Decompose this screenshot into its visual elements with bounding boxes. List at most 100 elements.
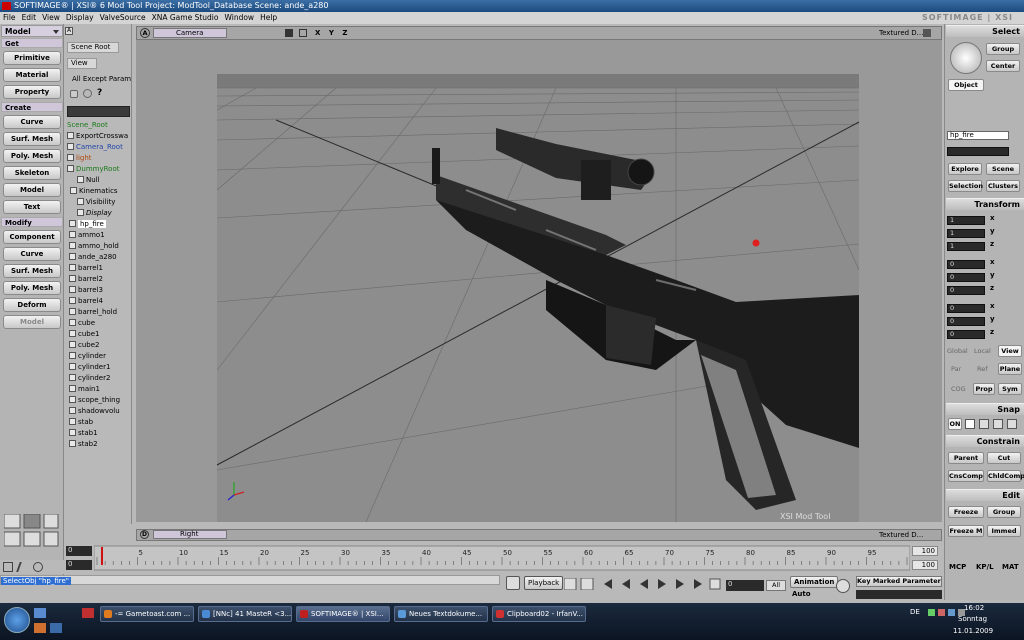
mode-selector[interactable]: Model <box>1 25 63 37</box>
snap-curve-icon[interactable] <box>979 419 989 429</box>
playback-menu[interactable]: Playback <box>524 576 564 590</box>
rotate-z-field[interactable]: 0 <box>947 286 985 295</box>
freeze-m-button[interactable]: Freeze M <box>948 525 984 537</box>
translate-z-label[interactable]: z <box>990 328 994 336</box>
help-icon[interactable]: ? <box>97 88 102 98</box>
explorer-search-input[interactable] <box>67 106 130 117</box>
task-irfanview[interactable]: Clipboard02 - IrfanV... <box>492 606 586 622</box>
primitive-button[interactable]: Primitive <box>3 51 61 65</box>
scale-y-field[interactable]: 1 <box>947 229 985 238</box>
explore-button[interactable]: Explore <box>948 163 982 175</box>
tree-item[interactable]: cube2 <box>65 340 131 351</box>
camera-selector-d[interactable]: Right <box>153 530 227 539</box>
property-button[interactable]: Property <box>3 85 61 99</box>
tree-item[interactable]: barrel_hold <box>65 307 131 318</box>
tab-mat[interactable]: MAT <box>1002 560 1019 574</box>
tree-item[interactable]: Display <box>65 208 131 219</box>
timeline-end-field[interactable]: 100 <box>912 546 938 556</box>
immed-button[interactable]: Immed <box>987 525 1021 537</box>
zoom-icon[interactable] <box>299 29 307 37</box>
viewport-camera[interactable]: XSI Mod Tool <box>136 40 942 522</box>
tree-item[interactable]: stab2 <box>65 439 131 450</box>
clock-day[interactable]: Sonntag <box>958 615 987 623</box>
snap-options-icon[interactable] <box>1007 419 1017 429</box>
create-poly-mesh-button[interactable]: Poly. Mesh <box>3 149 61 163</box>
select-arrow-icon[interactable] <box>950 42 982 74</box>
translate-y-label[interactable]: y <box>990 315 995 323</box>
task-nnc[interactable]: [NNc] 41 MasteR <3... <box>198 606 292 622</box>
filter-label[interactable]: All Except Params <box>72 75 131 83</box>
axis-toggles[interactable]: X Y Z <box>315 27 350 39</box>
rotate-x-label[interactable]: x <box>990 258 995 266</box>
brush-icon[interactable] <box>16 562 30 572</box>
edit-group-button[interactable]: Group <box>987 506 1021 518</box>
create-text-button[interactable]: Text <box>3 200 61 214</box>
modify-poly-mesh-button[interactable]: Poly. Mesh <box>3 281 61 295</box>
timeline-current-field[interactable]: 100 <box>912 560 938 570</box>
ref-mode[interactable]: Ref <box>977 365 988 373</box>
lock-icon[interactable] <box>70 90 78 98</box>
translate-x-field[interactable]: 0 <box>947 304 985 313</box>
tree-item[interactable]: ammo_hold <box>65 241 131 252</box>
tree-item[interactable]: cube1 <box>65 329 131 340</box>
camera-icon[interactable] <box>285 29 293 37</box>
create-skeleton-button[interactable]: Skeleton <box>3 166 61 180</box>
object-button[interactable]: Object <box>948 79 984 91</box>
quicklaunch-ie-icon[interactable] <box>50 623 62 633</box>
script-line[interactable] <box>0 585 500 603</box>
tree-item[interactable]: Visibility <box>65 197 131 208</box>
rotate-y-field[interactable]: 0 <box>947 273 985 282</box>
modify-surf-mesh-button[interactable]: Surf. Mesh <box>3 264 61 278</box>
tray-app-icon[interactable] <box>948 609 955 616</box>
modify-model-button[interactable]: Model <box>3 315 61 329</box>
tree-item[interactable]: Scene_Root <box>65 120 131 131</box>
scale-z-label[interactable]: z <box>990 240 994 248</box>
tree-item[interactable]: DummyRoot <box>65 164 131 175</box>
transport-controls[interactable] <box>564 578 724 590</box>
tree-item[interactable]: barrel2 <box>65 274 131 285</box>
scale-x-field[interactable]: 1 <box>947 216 985 225</box>
tree-item[interactable]: cylinder <box>65 351 131 362</box>
snap-grid-icon[interactable] <box>993 419 1003 429</box>
snap-point-icon[interactable] <box>965 419 975 429</box>
modify-curve-button[interactable]: Curve <box>3 247 61 261</box>
camera-selector[interactable]: Camera <box>153 28 227 38</box>
menu-xna[interactable]: XNA Game Studio <box>149 13 222 22</box>
tree-item[interactable]: barrel4 <box>65 296 131 307</box>
menu-window[interactable]: Window <box>221 13 257 22</box>
animation-menu[interactable]: Animation <box>790 576 839 588</box>
clock-date[interactable]: 11.01.2009 <box>953 627 993 635</box>
task-softimage[interactable]: SOFTIMAGE® | XSI... <box>296 606 390 622</box>
snap-on-toggle[interactable]: ON <box>948 418 962 430</box>
filter-field[interactable] <box>947 147 1009 156</box>
key-marked-button[interactable]: Key Marked Parameters <box>856 576 942 587</box>
local-mode[interactable]: Local <box>974 347 991 355</box>
quicklaunch-desktop-icon[interactable] <box>34 608 46 618</box>
prop-toggle[interactable]: Prop <box>973 383 995 395</box>
key-icon[interactable] <box>836 579 850 593</box>
view-button[interactable]: View <box>67 58 97 69</box>
selection-button[interactable]: Selection <box>948 180 983 192</box>
par-mode[interactable]: Par <box>951 365 961 373</box>
selection-name-field[interactable]: hp_fire <box>947 131 1009 140</box>
translate-x-label[interactable]: x <box>990 302 995 310</box>
keyframe-icon[interactable] <box>506 576 520 590</box>
center-button[interactable]: Center <box>986 60 1020 72</box>
tree-item[interactable]: stab1 <box>65 428 131 439</box>
task-notepad[interactable]: Neues Textdokume... <box>394 606 488 622</box>
tree-item[interactable]: ammo1 <box>65 230 131 241</box>
tree-item[interactable]: cylinder2 <box>65 373 131 384</box>
refresh-icon[interactable] <box>83 89 92 98</box>
menu-help[interactable]: Help <box>257 13 280 22</box>
parent-button[interactable]: Parent <box>948 452 984 464</box>
scale-x-label[interactable]: x <box>990 214 995 222</box>
tray-network-icon[interactable] <box>928 609 935 616</box>
display-mode[interactable]: Textured D... <box>879 27 923 39</box>
rotate-x-field[interactable]: 0 <box>947 260 985 269</box>
tab-mcp[interactable]: MCP <box>949 560 966 574</box>
tree-item[interactable]: hp_fire <box>65 219 131 230</box>
quicklaunch-browser-icon[interactable] <box>34 623 46 633</box>
viewport-layout-icon[interactable] <box>3 513 60 548</box>
clock-time[interactable]: 16:02 <box>964 604 984 612</box>
tree-item[interactable]: Camera_Root <box>65 142 131 153</box>
